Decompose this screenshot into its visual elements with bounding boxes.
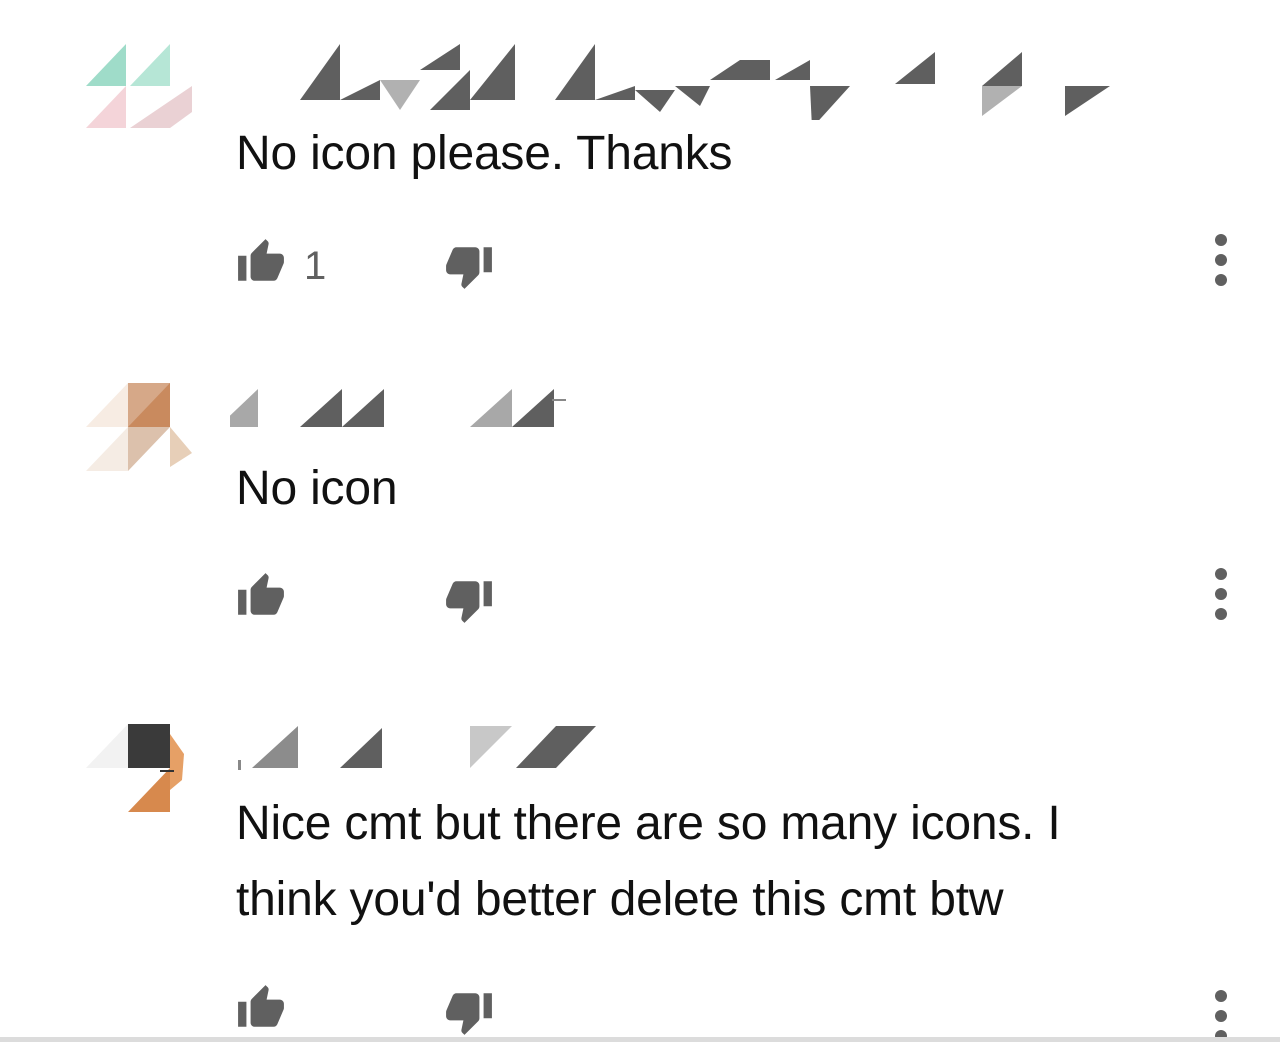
avatar[interactable] [86,724,194,814]
like-button[interactable]: 1 [236,236,326,292]
comment-text: Nice cmt but there are so many icons. I … [236,797,1074,926]
avatar[interactable] [86,40,194,130]
thumbs-down-icon [444,575,494,630]
more-dot [1215,588,1227,600]
thumbs-down-icon [444,987,494,1042]
comment-text: No icon please. Thanks [236,127,733,180]
more-dot [1215,234,1227,246]
more-dot [1215,254,1227,266]
bottom-divider [0,1037,1280,1042]
thumbs-up-icon [236,237,286,292]
more-dot [1215,1010,1227,1022]
author-name-redacted[interactable] [230,40,1130,128]
comment-actions [236,982,1246,1042]
thumbs-up-icon [236,571,286,626]
comment-text: No icon [236,462,398,515]
more-dot [1215,274,1227,286]
more-dot [1215,608,1227,620]
more-vertical-icon[interactable] [1206,230,1236,290]
thumbs-up-icon [236,983,286,1038]
like-button[interactable] [236,570,304,626]
comment-actions: 1 [236,234,1246,292]
dislike-button[interactable] [444,240,494,296]
comment-actions [236,568,1246,626]
dislike-button[interactable] [444,986,494,1042]
avatar[interactable] [86,383,194,473]
more-vertical-icon[interactable] [1206,564,1236,624]
like-button[interactable] [236,982,304,1038]
thumbs-down-icon [444,241,494,296]
like-count: 1 [304,243,327,288]
more-dot [1215,990,1227,1002]
more-dot [1215,568,1227,580]
dislike-button[interactable] [444,574,494,630]
